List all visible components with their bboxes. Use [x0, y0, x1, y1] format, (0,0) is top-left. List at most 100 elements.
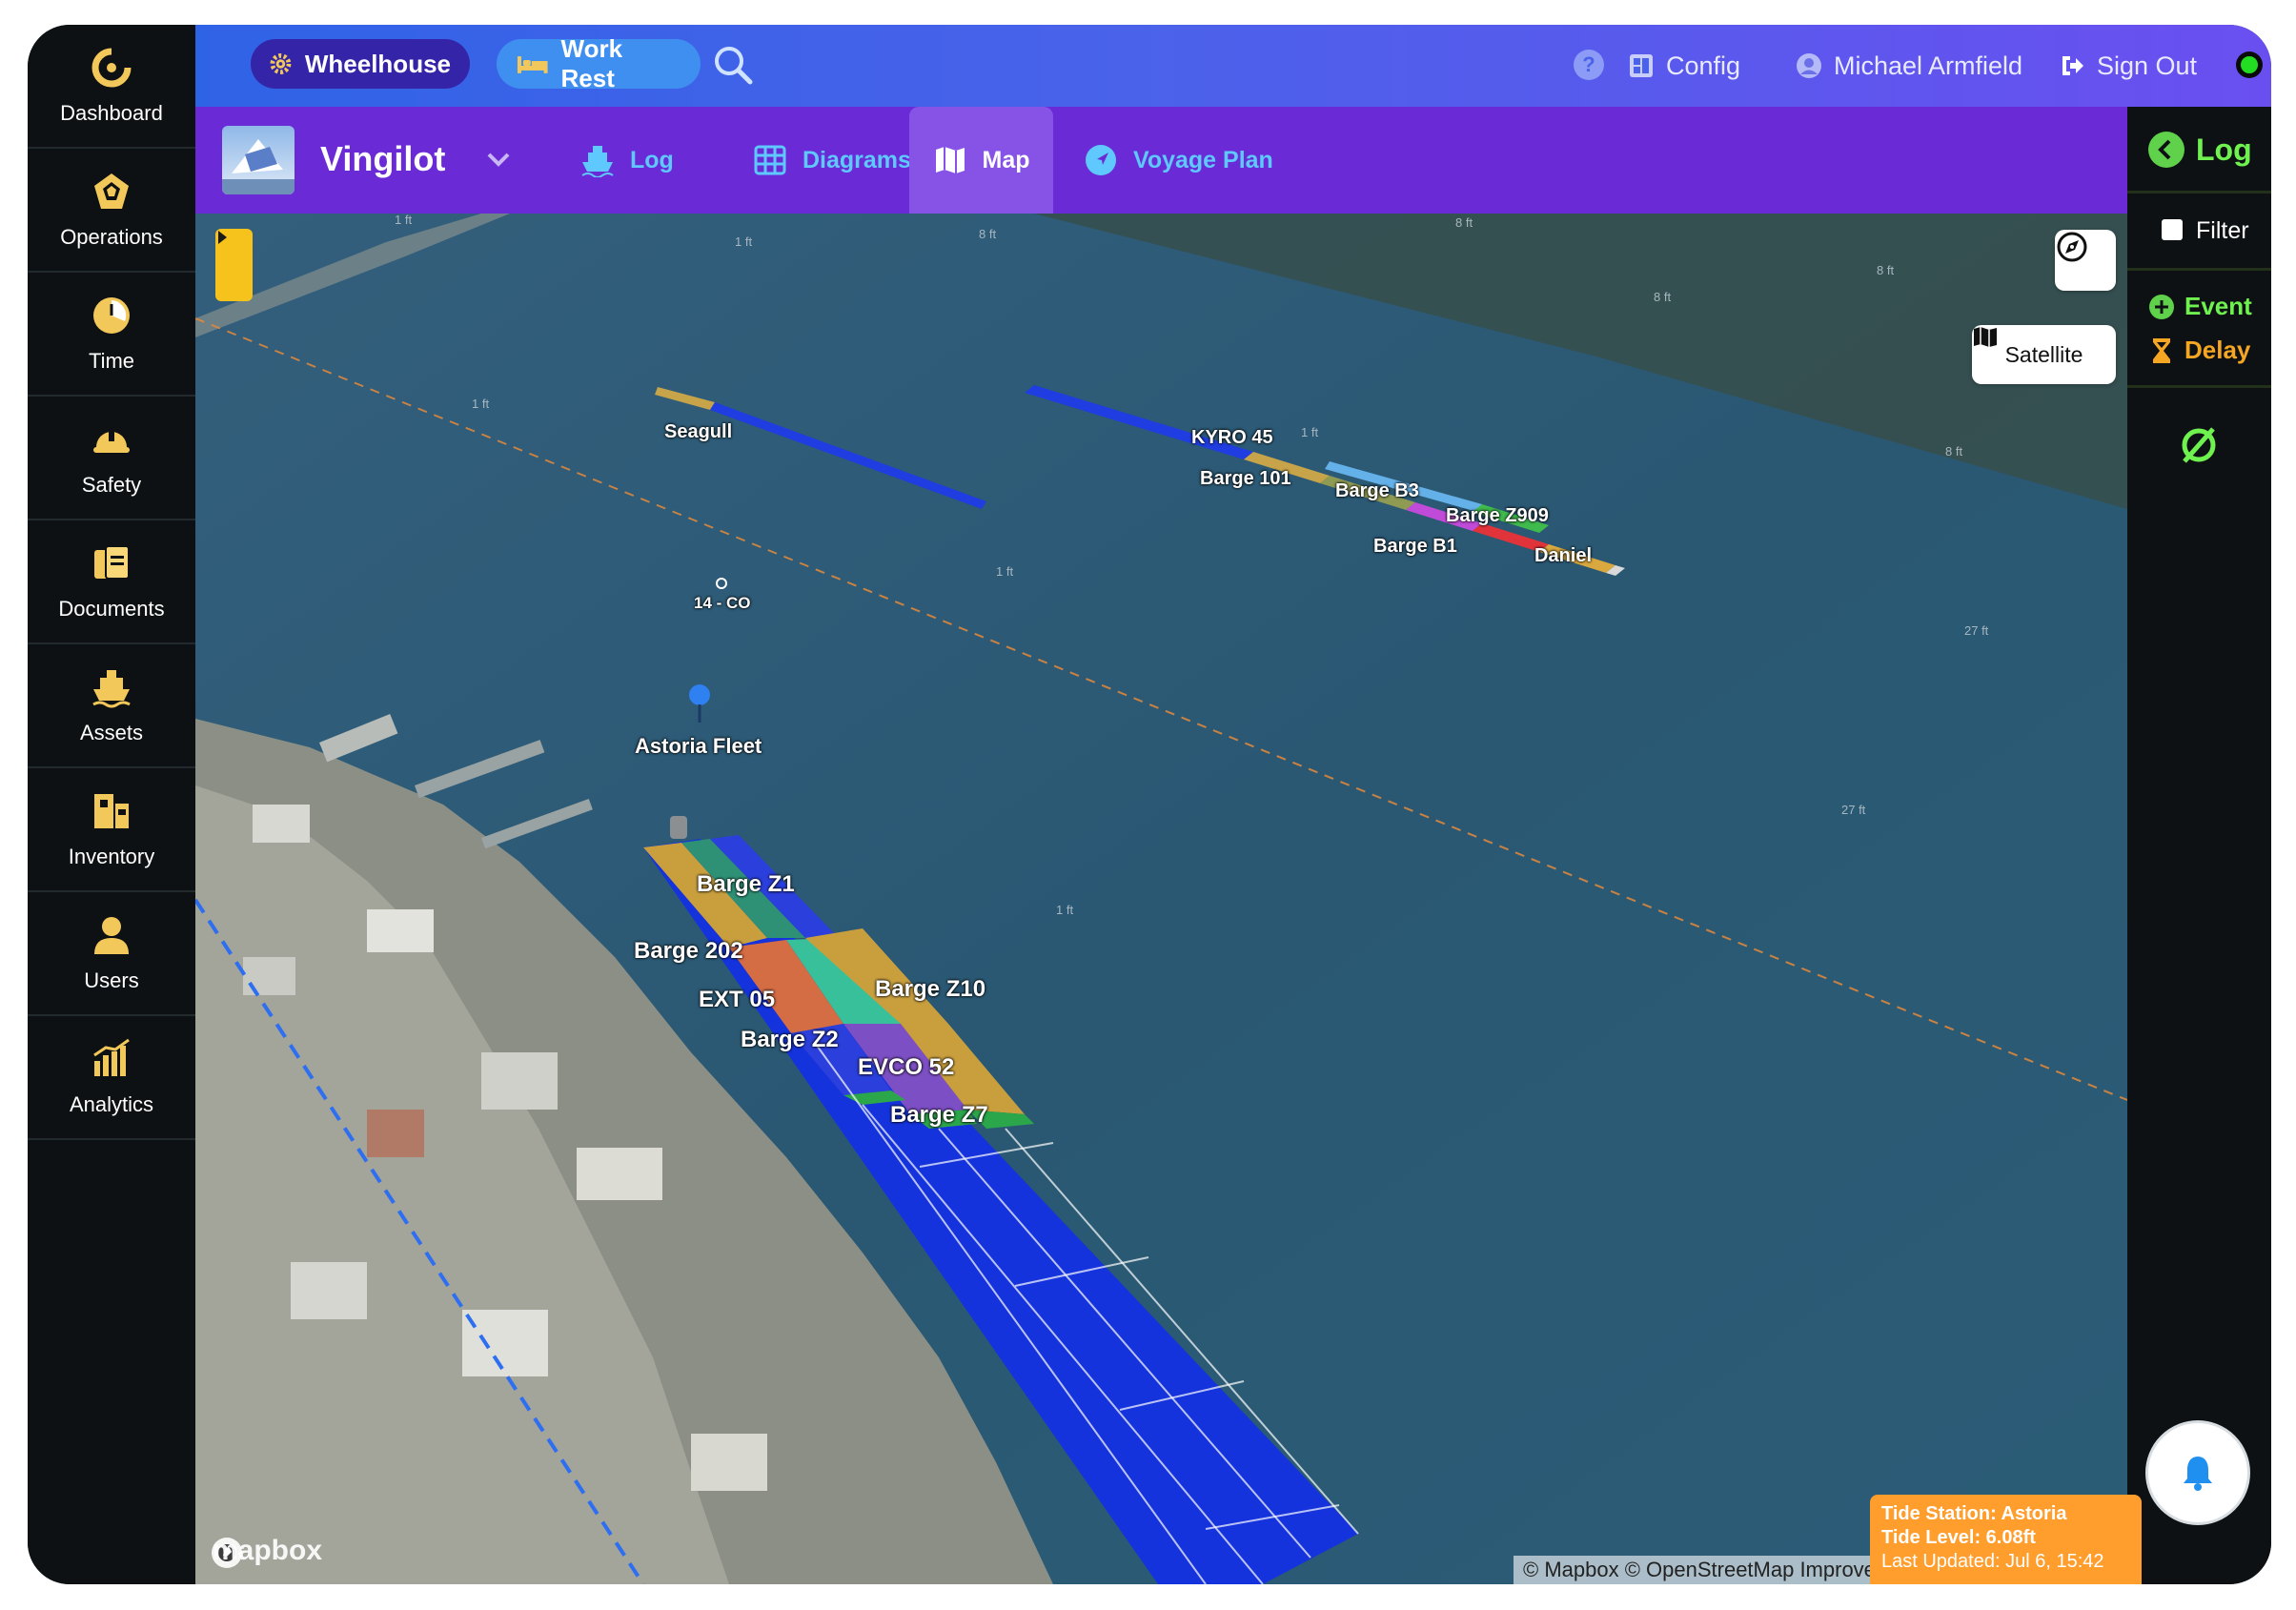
tab-voyage-plan[interactable]: Voyage Plan: [1084, 107, 1273, 214]
compass-button[interactable]: [2055, 230, 2116, 291]
depth-label: 1 ft: [1056, 903, 1074, 917]
map-icon: [1974, 327, 1997, 347]
user-menu[interactable]: Michael Armfield: [1796, 46, 2022, 86]
sign-out-icon: [2062, 56, 2083, 75]
depth-label: 1 ft: [472, 397, 490, 411]
depth-label: 8 ft: [1654, 290, 1672, 304]
sidebar-item-operations[interactable]: Operations: [28, 149, 195, 273]
map-label[interactable]: Barge 202: [634, 938, 743, 965]
tab-map[interactable]: Map: [909, 107, 1053, 214]
map-label[interactable]: EVCO 52: [858, 1054, 954, 1081]
mapbox-logo[interactable]: mapbox: [209, 1535, 323, 1568]
inventory-icon: [90, 789, 133, 833]
bed-icon: [517, 56, 548, 73]
sidebar-item-safety[interactable]: Safety: [28, 397, 195, 520]
tab-label: Diagrams: [803, 146, 911, 173]
sidebar-item-label: Operations: [60, 225, 163, 249]
depth-label: 8 ft: [1945, 444, 1963, 459]
tab-log[interactable]: Log: [580, 107, 674, 214]
operations-icon: [90, 170, 133, 214]
sidebar-item-analytics[interactable]: Analytics: [28, 1016, 195, 1140]
clock-icon: [90, 294, 133, 337]
map-label[interactable]: Barge Z909: [1446, 505, 1549, 527]
notifications-button[interactable]: [2145, 1420, 2250, 1525]
user-icon: [90, 913, 133, 957]
mapbox-logo-text: mapbox: [213, 1535, 323, 1566]
map-label[interactable]: Astoria Fleet: [635, 734, 762, 759]
map-label[interactable]: 14 - CO: [694, 594, 751, 613]
tab-label: Map: [982, 146, 1030, 173]
map-label[interactable]: Barge 101: [1200, 468, 1291, 490]
expand-panel-button[interactable]: [215, 229, 253, 301]
tab-diagrams[interactable]: Diagrams: [753, 107, 911, 214]
chevron-down-icon[interactable]: [484, 145, 513, 173]
depth-label: 8 ft: [1455, 215, 1473, 230]
user-name: Michael Armfield: [1834, 51, 2023, 80]
analytics-icon: [90, 1037, 133, 1081]
sidebar-item-label: Dashboard: [60, 101, 163, 125]
caret-right-icon: [218, 231, 227, 244]
config-link[interactable]: Config: [1628, 46, 1740, 86]
sidebar-item-users[interactable]: Users: [28, 892, 195, 1016]
sign-out-label: Sign Out: [2097, 51, 2198, 80]
filter-checkbox[interactable]: [2162, 219, 2183, 240]
map-label[interactable]: Barge Z1: [697, 871, 795, 898]
map-label[interactable]: Daniel: [1534, 545, 1592, 567]
map-canvas[interactable]: [195, 214, 2127, 1584]
tab-label: Voyage Plan: [1133, 146, 1273, 173]
search-icon[interactable]: [710, 42, 756, 88]
map-label[interactable]: Barge Z7: [890, 1102, 988, 1129]
event-actions: Event Delay: [2127, 271, 2271, 388]
sidebar-item-documents[interactable]: Documents: [28, 520, 195, 644]
documents-icon: [90, 541, 133, 585]
map-label[interactable]: Barge B1: [1373, 536, 1457, 558]
wheelhouse-label: Wheelhouse: [304, 49, 451, 78]
work-rest-label: Work Rest: [560, 34, 623, 92]
chevron-left-icon[interactable]: [2148, 132, 2184, 168]
sidebar-item-assets[interactable]: Assets: [28, 644, 195, 768]
tide-level: Tide Level: 6.08ft: [1881, 1527, 2036, 1548]
sidebar-item-inventory[interactable]: Inventory: [28, 768, 195, 892]
sidebar-item-dashboard[interactable]: Dashboard: [28, 25, 195, 149]
vessel-name: Vingilot: [320, 139, 446, 178]
wheelhouse-button[interactable]: Wheelhouse: [251, 39, 470, 89]
delay-label: Delay: [2184, 336, 2251, 364]
filter-row[interactable]: Filter: [2127, 194, 2271, 271]
help-icon[interactable]: ?: [1574, 50, 1604, 80]
satellite-label: Satellite: [2004, 341, 2083, 367]
help-label: ?: [1582, 52, 1595, 76]
top-bar: Wheelhouse Work Rest ? Config Michael Ar…: [195, 25, 2271, 107]
sidebar-item-label: Users: [84, 968, 139, 992]
vessel-avatar[interactable]: [222, 126, 295, 194]
map-label[interactable]: Barge Z10: [875, 976, 985, 1003]
depth-label: 1 ft: [1301, 425, 1319, 439]
sign-out-button[interactable]: Sign Out: [2059, 46, 2197, 86]
map-label[interactable]: Barge B3: [1335, 480, 1419, 502]
add-delay-button[interactable]: Delay: [2148, 336, 2250, 365]
sidebar-item-label: Analytics: [69, 1092, 154, 1116]
bell-icon: [2184, 1457, 2212, 1491]
plus-circle-icon: [2149, 294, 2174, 319]
map-icon: [935, 147, 965, 173]
log-header[interactable]: Log: [2127, 107, 2271, 194]
satellite-toggle-button[interactable]: Satellite: [1972, 325, 2116, 384]
tide-info-box: Tide Station: Astoria Tide Level: 6.08ft…: [1870, 1495, 2142, 1584]
status-dot: [2241, 56, 2258, 73]
connection-status-indicator: [2236, 51, 2263, 78]
config-label: Config: [1666, 51, 1741, 80]
event-label: Event: [2184, 292, 2252, 320]
map-label[interactable]: Seagull: [664, 421, 732, 443]
sidebar-item-label: Documents: [58, 597, 165, 621]
map-view[interactable]: 1 ft 1 ft 8 ft 8 ft 8 ft 8 ft 1 ft 1 ft …: [195, 214, 2127, 1584]
map-label[interactable]: EXT 05: [699, 987, 775, 1013]
add-event-button[interactable]: Event: [2148, 292, 2252, 321]
map-label[interactable]: KYRO 45: [1191, 427, 1273, 449]
depth-label: 27 ft: [1964, 623, 1989, 638]
config-icon: [1630, 54, 1653, 77]
sidebar-item-label: Safety: [81, 473, 142, 497]
map-label[interactable]: Barge Z2: [741, 1027, 839, 1053]
work-rest-button[interactable]: Work Rest: [497, 34, 701, 92]
sidebar-item-time[interactable]: Time: [28, 273, 195, 397]
depth-label: 27 ft: [1841, 803, 1866, 817]
grid-icon: [754, 145, 786, 175]
